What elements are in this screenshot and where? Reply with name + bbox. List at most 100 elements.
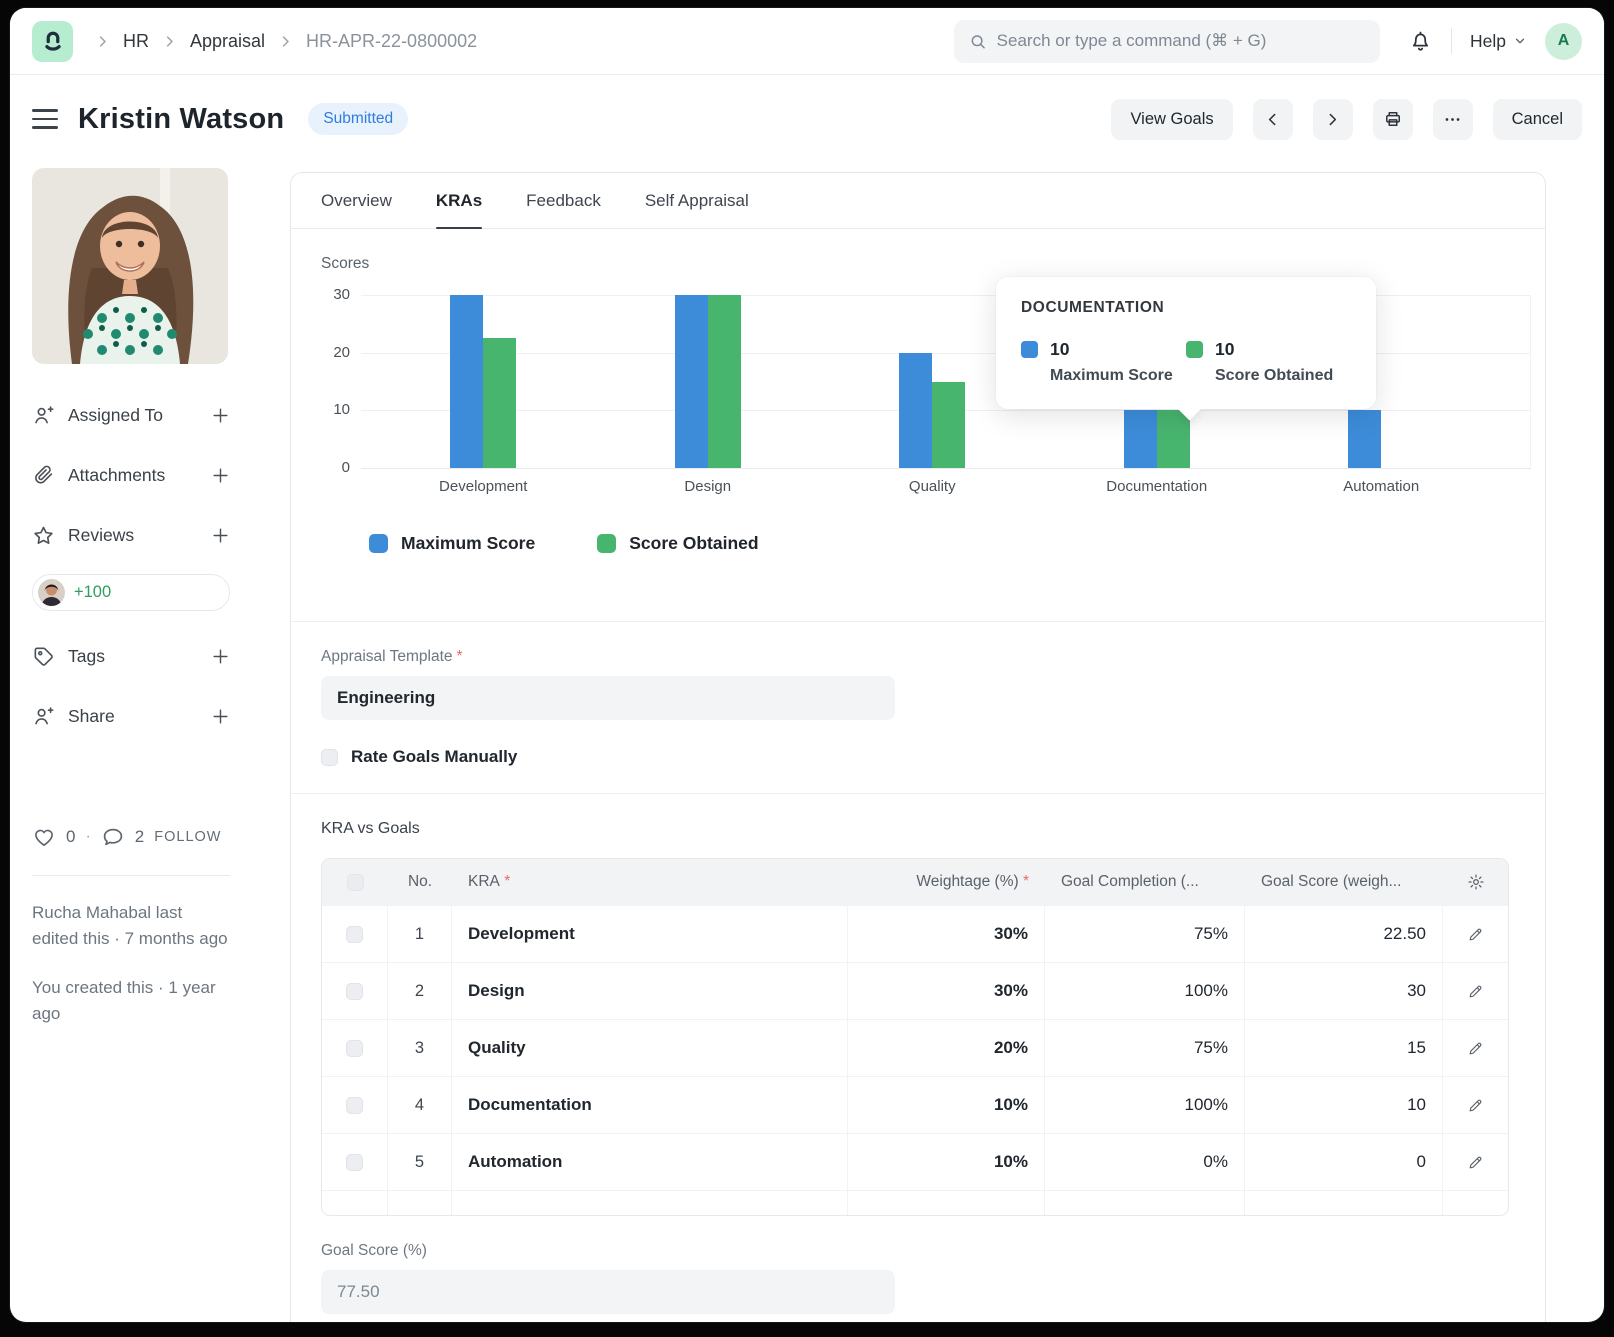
legend-color-swatch [597,534,616,553]
breadcrumb-hr[interactable]: HR [123,31,149,52]
previous-record-button[interactable] [1253,99,1293,140]
tooltip-max-score-label: Maximum Score [1050,367,1186,385]
notifications-bell-icon[interactable] [1408,29,1433,54]
row-checkbox[interactable] [346,1154,363,1171]
row-checkbox[interactable] [346,1040,363,1057]
tooltip-entry-max-score: 10 Maximum Score [1021,339,1186,385]
tooltip-score-obtained-value: 10 [1215,339,1234,360]
column-header-no: No. [388,859,452,905]
edit-pencil-icon [1467,1154,1484,1171]
goal-completion-cell: 100% [1185,1095,1228,1115]
rate-goals-checkbox[interactable] [321,749,338,766]
rate-goals-label: Rate Goals Manually [351,747,517,767]
chart-tooltip: DOCUMENTATION 10 Maximum Score [996,277,1376,409]
row-checkbox[interactable] [346,983,363,1000]
like-heart-icon[interactable] [32,825,56,849]
edit-row-button[interactable] [1467,983,1484,1000]
kra-name-cell: Documentation [468,1095,592,1115]
scores-bar-chart: 0102030DevelopmentDesignQualityDocumenta… [321,295,1515,595]
weightage-cell: 10% [994,1095,1028,1115]
tooltip-title: DOCUMENTATION [1021,299,1351,317]
tab-feedback[interactable]: Feedback [526,173,601,228]
employee-photo[interactable] [32,168,228,364]
app-logo[interactable] [32,21,73,62]
add-assignment-button[interactable] [211,406,230,425]
star-icon [32,524,55,547]
cancel-button[interactable]: Cancel [1493,99,1582,140]
tab-kras[interactable]: KRAs [436,173,482,228]
bar-automation-maximum-score[interactable] [1348,410,1381,468]
likes-count: 0 [66,827,75,847]
chevron-right-icon [162,34,177,49]
legend-item: Score Obtained [597,533,758,554]
scores-chart-section: Scores 0102030DevelopmentDesignQualityDo… [291,229,1545,621]
bar-development-score-obtained[interactable] [483,338,516,468]
x-axis-category-label: Design [595,478,821,495]
sidebar-item-label: Assigned To [68,405,163,426]
legend-label: Score Obtained [629,533,758,554]
bar-design-maximum-score[interactable] [675,295,708,468]
row-number: 3 [415,1039,424,1058]
row-number: 4 [415,1096,424,1115]
kra-vs-goals-section: KRA vs Goals No. KRA * Weightage (%) * G… [291,793,1545,1322]
table-settings-button[interactable] [1443,859,1508,905]
y-axis-tick-label: 20 [320,344,350,361]
y-axis-tick-label: 10 [320,401,350,418]
bar-documentation-score-obtained[interactable] [1157,410,1190,468]
column-header-goal-completion: Goal Completion (... [1045,859,1245,905]
legend-color-swatch [369,534,388,553]
edit-pencil-icon [1467,926,1484,943]
chevron-right-icon [278,34,293,49]
chart-gridline [361,468,1531,469]
follow-button[interactable]: FOLLOW [154,829,221,845]
tooltip-max-score-value: 10 [1050,339,1069,360]
add-review-button[interactable] [211,526,230,545]
column-header-weightage: Weightage (%) * [848,859,1045,905]
edit-pencil-icon [1467,1040,1484,1057]
breadcrumb-record-id[interactable]: HR-APR-22-0800002 [306,31,477,52]
edit-row-button[interactable] [1467,1040,1484,1057]
comments-icon[interactable] [101,825,125,849]
more-actions-button[interactable] [1433,99,1473,140]
bar-development-maximum-score[interactable] [450,295,483,468]
sidebar-toggle-icon[interactable] [32,109,58,128]
bar-quality-score-obtained[interactable] [932,382,965,469]
share-user-icon [32,705,55,728]
bar-design-score-obtained[interactable] [708,295,741,468]
breadcrumb: HR Appraisal HR-APR-22-0800002 [95,31,477,52]
top-navigation-bar: HR Appraisal HR-APR-22-0800002 Help A [10,8,1604,75]
bar-quality-maximum-score[interactable] [899,353,932,468]
next-record-button[interactable] [1313,99,1353,140]
global-search[interactable] [954,20,1380,63]
help-menu[interactable]: Help [1470,31,1527,52]
add-attachment-button[interactable] [211,466,230,485]
edit-row-button[interactable] [1467,1097,1484,1114]
print-button[interactable] [1373,99,1413,140]
bar-documentation-maximum-score[interactable] [1124,410,1157,468]
kra-table: No. KRA * Weightage (%) * Goal Completio… [321,858,1509,1216]
edit-row-button[interactable] [1467,1154,1484,1171]
tab-self-appraisal[interactable]: Self Appraisal [645,173,749,228]
sidebar-item-label: Attachments [68,465,165,486]
edit-row-button[interactable] [1467,926,1484,943]
appraisal-form-card: Overview KRAs Feedback Self Appraisal Sc… [290,172,1546,1322]
add-tag-button[interactable] [211,647,230,666]
tab-overview[interactable]: Overview [321,173,392,228]
goal-score-cell: 15 [1407,1038,1426,1058]
add-share-button[interactable] [211,707,230,726]
search-input[interactable] [997,31,1365,51]
view-goals-button[interactable]: View Goals [1111,99,1232,140]
row-number: 2 [415,982,424,1001]
select-all-checkbox[interactable] [347,874,364,891]
row-checkbox[interactable] [346,1097,363,1114]
breadcrumb-appraisal[interactable]: Appraisal [190,31,265,52]
user-avatar[interactable]: A [1545,23,1582,60]
edit-pencil-icon [1467,983,1484,1000]
kra-table-title: KRA vs Goals [321,820,1515,838]
reviewers-overflow-pill[interactable]: +100 [32,574,230,611]
row-checkbox[interactable] [346,926,363,943]
goal-score-input[interactable]: 77.50 [321,1270,895,1314]
rate-goals-manually-row[interactable]: Rate Goals Manually [321,747,1515,767]
page-title: Kristin Watson [78,103,284,136]
appraisal-template-input[interactable]: Engineering [321,676,895,720]
